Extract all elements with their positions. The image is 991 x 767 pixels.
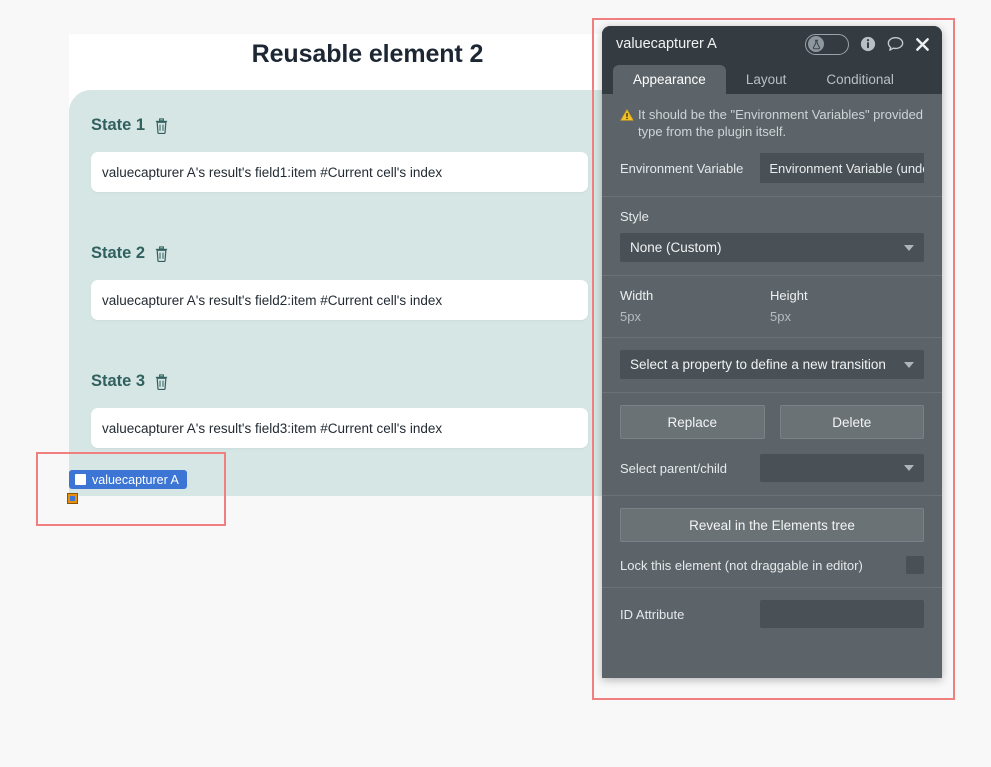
comment-icon[interactable]	[887, 36, 904, 52]
close-icon[interactable]	[915, 37, 930, 52]
id-attribute-input[interactable]	[760, 600, 924, 628]
select-parent-dropdown[interactable]	[760, 454, 924, 482]
info-icon[interactable]	[860, 36, 876, 52]
reveal-in-elements-tree-button[interactable]: Reveal in the Elements tree	[620, 508, 924, 542]
style-section: Style None (Custom)	[602, 197, 942, 276]
state-input[interactable]: valuecapturer A's result's field3:item #…	[91, 408, 588, 448]
environment-variable-label: Environment Variable	[620, 160, 744, 176]
trash-icon[interactable]	[154, 245, 169, 262]
dimensions-section: Width 5px Height 5px	[602, 276, 942, 338]
select-parent-row: Select parent/child	[620, 454, 924, 482]
panel-titlebar: valuecapturer A	[602, 26, 942, 62]
environment-variable-section: It should be the "Environment Variables"…	[602, 94, 942, 197]
replace-button[interactable]: Replace	[620, 405, 765, 439]
select-parent-label: Select parent/child	[620, 460, 727, 476]
width-value[interactable]: 5px	[620, 309, 770, 324]
selected-element-label: valuecapturer A	[92, 472, 179, 487]
property-editor-panel: valuecapturer A Appearance Layout Condit…	[602, 26, 942, 678]
experimental-toggle[interactable]	[805, 33, 849, 55]
height-value[interactable]: 5px	[770, 309, 920, 324]
page-title: Reusable element 2	[251, 40, 484, 68]
id-attribute-label: ID Attribute	[620, 606, 685, 622]
height-label: Height	[770, 288, 808, 303]
selected-element-tag[interactable]: valuecapturer A	[69, 470, 187, 489]
panel-title: valuecapturer A	[616, 36, 717, 52]
state-input-value: valuecapturer A's result's field2:item #…	[102, 292, 443, 308]
reveal-lock-section: Reveal in the Elements tree Lock this el…	[602, 496, 942, 588]
element-actions-section: Replace Delete Select parent/child	[602, 393, 942, 496]
panel-tabs: Appearance Layout Conditional	[602, 62, 942, 94]
tab-appearance[interactable]: Appearance	[613, 65, 726, 94]
style-label: Style	[620, 209, 649, 224]
id-attribute-row: ID Attribute	[620, 600, 924, 628]
state-label: State 3	[91, 371, 146, 390]
titlebar-icon-group	[805, 33, 930, 55]
transition-select[interactable]: Select a property to define a new transi…	[620, 350, 924, 379]
state-input[interactable]: valuecapturer A's result's field2:item #…	[91, 280, 588, 320]
trash-icon[interactable]	[154, 117, 169, 134]
state-input-value: valuecapturer A's result's field3:item #…	[102, 420, 443, 436]
style-select-value: None (Custom)	[630, 240, 722, 255]
lock-element-row: Lock this element (not draggable in edit…	[620, 556, 924, 574]
chevron-down-icon	[904, 465, 914, 471]
id-attribute-section: ID Attribute	[602, 588, 942, 641]
flask-icon	[808, 36, 824, 52]
width-label: Width	[620, 288, 654, 303]
state-input-value: valuecapturer A's result's field1:item #…	[102, 164, 443, 180]
selection-outline	[36, 452, 226, 526]
lock-element-checkbox[interactable]	[906, 556, 924, 574]
state-label: State 2	[91, 243, 146, 262]
warning-triangle-icon	[620, 108, 634, 125]
transition-select-value: Select a property to define a new transi…	[630, 357, 886, 372]
warning-text: It should be the "Environment Variables"…	[638, 107, 924, 139]
trash-icon[interactable]	[154, 373, 169, 390]
height-field: Height 5px	[770, 288, 920, 324]
drag-handle-inner	[70, 496, 75, 501]
element-square-icon	[75, 474, 86, 485]
state-label: State 1	[91, 115, 146, 134]
width-field: Width 5px	[620, 288, 770, 324]
environment-variable-input[interactable]: Environment Variable (undef	[760, 153, 924, 183]
transition-section: Select a property to define a new transi…	[602, 338, 942, 393]
lock-element-label: Lock this element (not draggable in edit…	[620, 557, 863, 573]
panel-body: It should be the "Environment Variables"…	[602, 94, 942, 641]
warning-message: It should be the "Environment Variables"…	[620, 106, 924, 140]
environment-variable-row: Environment Variable Environment Variabl…	[620, 153, 924, 183]
state-input[interactable]: valuecapturer A's result's field1:item #…	[91, 152, 588, 192]
chevron-down-icon	[904, 244, 914, 251]
tab-layout[interactable]: Layout	[726, 65, 807, 94]
tab-conditional[interactable]: Conditional	[806, 65, 914, 94]
delete-button[interactable]: Delete	[779, 405, 924, 439]
chevron-down-icon	[904, 361, 914, 368]
style-select[interactable]: None (Custom)	[620, 233, 924, 262]
drag-handle-icon[interactable]	[67, 493, 78, 504]
